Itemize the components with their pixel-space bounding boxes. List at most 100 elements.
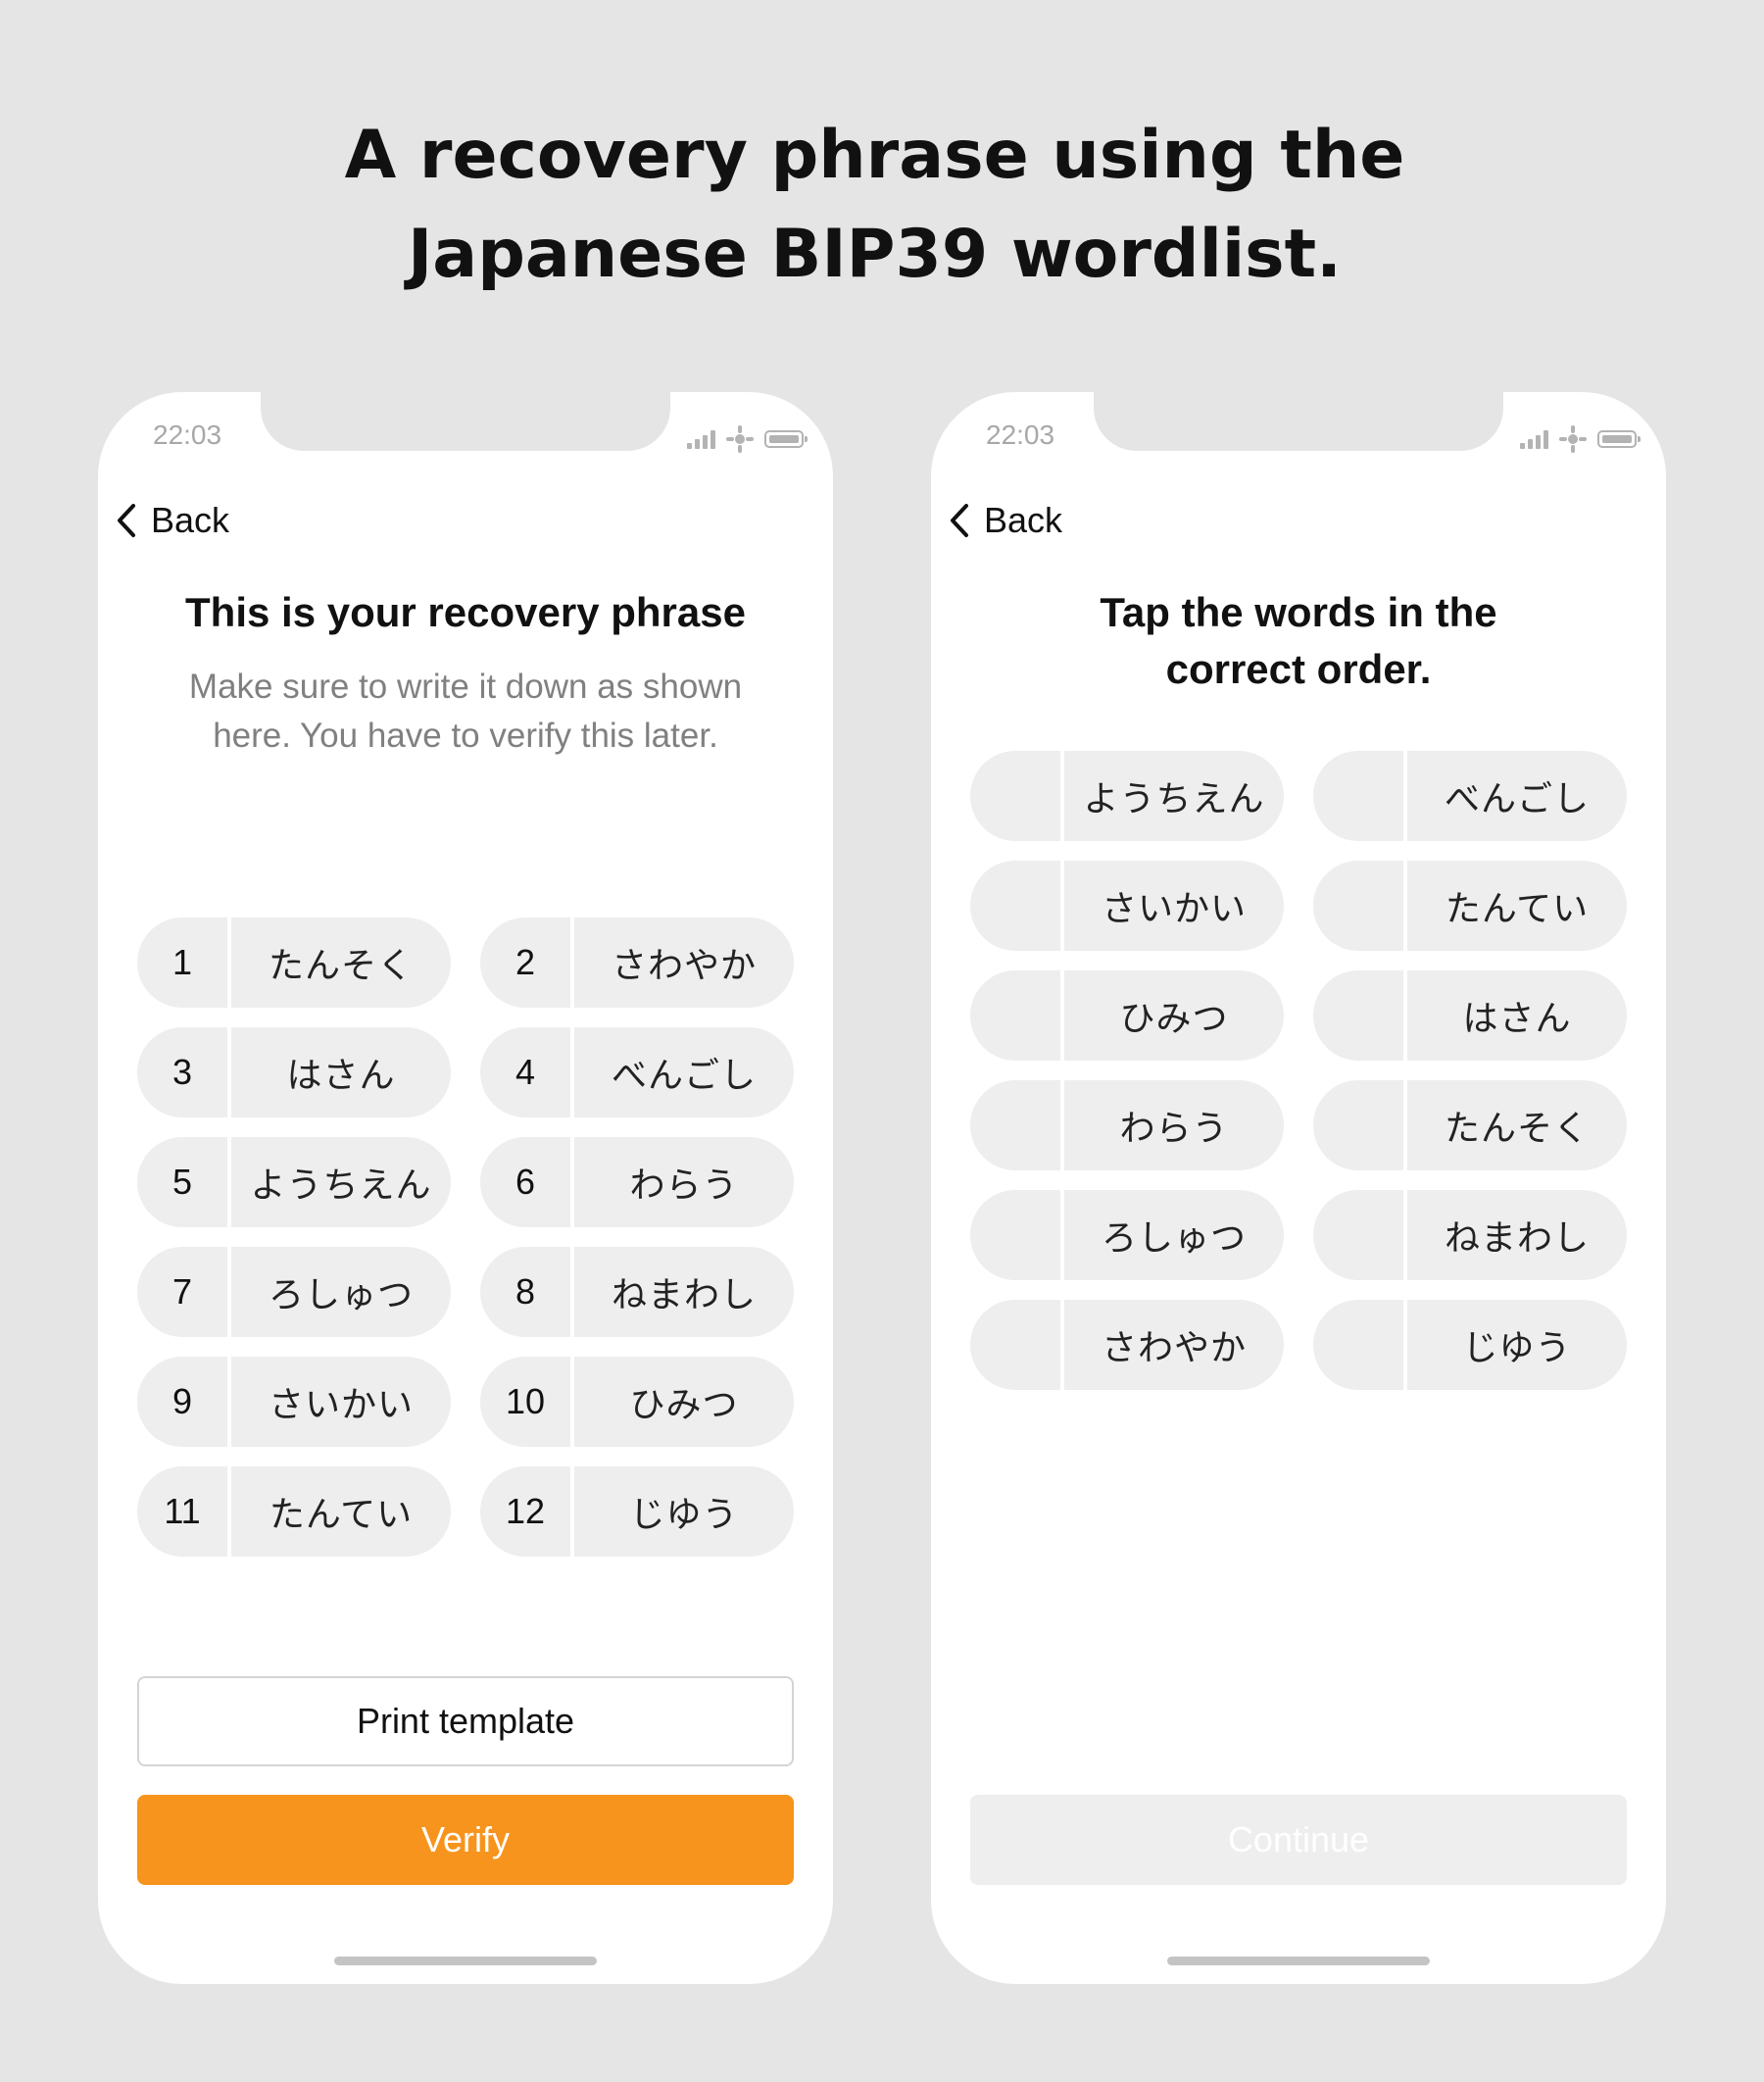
battery-icon (1597, 430, 1641, 448)
back-button[interactable]: Back (116, 500, 229, 541)
print-template-button[interactable]: Print template (137, 1676, 794, 1766)
word-slot (1313, 1300, 1407, 1390)
word-text: たんてい (269, 1495, 414, 1535)
back-button[interactable]: Back (949, 500, 1062, 541)
phone-notch (1094, 392, 1503, 451)
word-slot (1313, 751, 1407, 841)
word-number: 5 (137, 1137, 231, 1227)
home-indicator[interactable] (334, 1957, 597, 1965)
wifi-icon (1559, 425, 1587, 453)
word-choice-chip[interactable]: わらう (970, 1080, 1284, 1170)
word-chip: 5 ようちえん (137, 1137, 451, 1227)
word-slot (970, 1300, 1064, 1390)
recovery-word-grid: 1 たんそく 2 さわやか 3 はさん 4 べんごし 5 ようちえん 6 わらう 7 ろしゅつ… (137, 917, 794, 1557)
word-slot (1313, 1190, 1407, 1280)
word-choice-chip[interactable]: たんそく (1313, 1080, 1627, 1170)
word-chip: 9 さいかい (137, 1357, 451, 1447)
word-choice-chip[interactable]: さわやか (970, 1300, 1284, 1390)
word-choice-chip[interactable]: はさん (1313, 970, 1627, 1061)
word-number: 3 (137, 1027, 231, 1117)
signal-icon (687, 429, 715, 449)
word-slot (970, 751, 1064, 841)
word-chip: 2 さわやか (480, 917, 794, 1008)
word-number: 11 (137, 1466, 231, 1557)
phone-notch (261, 392, 670, 451)
continue-button[interactable]: Continue (970, 1795, 1627, 1885)
word-text: たんそく (1444, 1109, 1590, 1149)
word-text: わらう (1119, 1109, 1229, 1149)
battery-icon (764, 430, 808, 448)
word-text: ろしゅつ (1101, 1218, 1247, 1259)
home-indicator[interactable] (1167, 1957, 1430, 1965)
chevron-left-icon (118, 504, 135, 537)
phone-verify-order: 22:03 Back Tap the words in the correct … (931, 392, 1666, 1984)
status-icons (1520, 424, 1641, 454)
word-text: ようちえん (1083, 779, 1265, 819)
word-text: べんごし (1444, 779, 1590, 819)
word-choice-chip[interactable]: べんごし (1313, 751, 1627, 841)
word-text: ねまわし (611, 1275, 757, 1315)
word-slot (970, 1190, 1064, 1280)
title-line-2: correct order. (1165, 646, 1432, 692)
word-text: はさん (286, 1056, 396, 1096)
word-choice-chip[interactable]: ひみつ (970, 970, 1284, 1061)
page-title: Tap the words in the correct order. (970, 584, 1627, 698)
subtitle-line-2: here. You have to verify this later. (213, 717, 718, 755)
title-line-1: Tap the words in the (1100, 589, 1497, 635)
phone-recovery-phrase: 22:03 Back This is your recovery phrase … (98, 392, 833, 1984)
word-text: べんごし (611, 1056, 757, 1096)
word-slot (970, 861, 1064, 951)
word-number: 10 (480, 1357, 574, 1447)
status-time: 22:03 (153, 420, 222, 450)
signal-icon (1520, 429, 1548, 449)
word-number: 6 (480, 1137, 574, 1227)
word-text: さわやか (611, 946, 757, 986)
word-number: 9 (137, 1357, 231, 1447)
word-chip: 8 ねまわし (480, 1247, 794, 1337)
word-chip: 12 じゆう (480, 1466, 794, 1557)
word-chip: 7 ろしゅつ (137, 1247, 451, 1337)
word-text: じゆう (1462, 1328, 1572, 1368)
word-chip: 4 べんごし (480, 1027, 794, 1117)
status-time: 22:03 (986, 420, 1055, 450)
back-label: Back (151, 500, 230, 540)
word-chip: 6 わらう (480, 1137, 794, 1227)
back-label: Back (984, 500, 1063, 540)
word-number: 12 (480, 1466, 574, 1557)
word-choice-grid: ようちえん べんごし さいかい たんてい ひみつ はさん わらう たんそく ろし… (970, 751, 1627, 1390)
word-chip: 3 はさん (137, 1027, 451, 1117)
word-number: 7 (137, 1247, 231, 1337)
word-text: たんてい (1445, 889, 1590, 929)
word-text: ねまわし (1444, 1218, 1590, 1259)
word-choice-chip[interactable]: ろしゅつ (970, 1190, 1284, 1280)
headline: A recovery phrase using the Japanese BIP… (0, 106, 1749, 304)
word-text: さいかい (1101, 889, 1247, 929)
chevron-left-icon (951, 504, 968, 537)
word-chip: 11 たんてい (137, 1466, 451, 1557)
page-title: This is your recovery phrase (185, 589, 746, 635)
word-chip: 1 たんそく (137, 917, 451, 1008)
word-choice-chip[interactable]: たんてい (1313, 861, 1627, 951)
word-text: ようちえん (250, 1165, 432, 1206)
word-slot (970, 1080, 1064, 1170)
word-text: わらう (629, 1165, 739, 1206)
word-number: 8 (480, 1247, 574, 1337)
verify-button[interactable]: Verify (137, 1795, 794, 1885)
word-text: たんそく (268, 946, 414, 986)
word-slot (1313, 970, 1407, 1061)
word-text: じゆう (629, 1495, 739, 1535)
headline-line-1: A recovery phrase using the (344, 117, 1405, 194)
word-choice-chip[interactable]: じゆう (1313, 1300, 1627, 1390)
word-choice-chip[interactable]: さいかい (970, 861, 1284, 951)
word-text: ひみつ (1119, 999, 1229, 1039)
word-choice-chip[interactable]: ねまわし (1313, 1190, 1627, 1280)
word-text: ろしゅつ (268, 1275, 414, 1315)
word-slot (1313, 861, 1407, 951)
word-slot (970, 970, 1064, 1061)
word-number: 2 (480, 917, 574, 1008)
word-choice-chip[interactable]: ようちえん (970, 751, 1284, 841)
word-chip: 10 ひみつ (480, 1357, 794, 1447)
word-text: さわやか (1101, 1328, 1247, 1368)
word-text: さいかい (268, 1385, 414, 1425)
page-subtitle: Make sure to write it down as shown here… (137, 663, 794, 761)
